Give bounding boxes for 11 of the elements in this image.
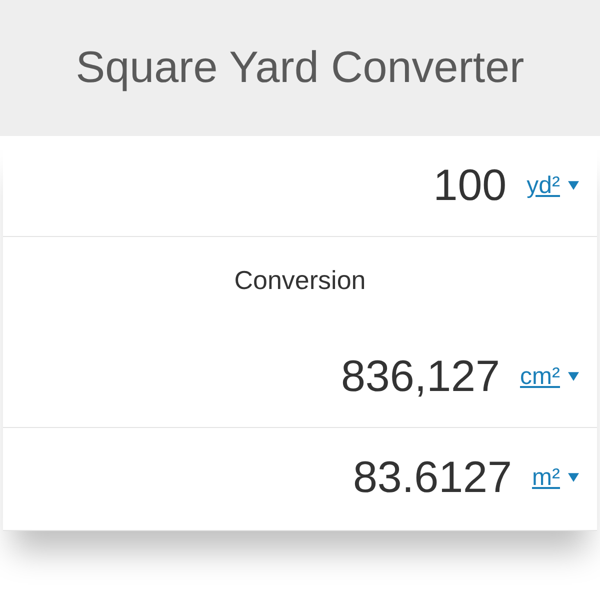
result-value: 836,127 xyxy=(340,352,500,402)
converter-title: Square Yard Converter xyxy=(76,43,524,93)
input-value-field[interactable]: 100 xyxy=(433,161,507,211)
unit-dropdown[interactable]: yd² xyxy=(526,172,579,200)
unit-dropdown[interactable]: cm² xyxy=(520,362,579,392)
caret-icon xyxy=(568,181,579,190)
caret-icon xyxy=(568,473,579,482)
unit-dropdown[interactable]: m² xyxy=(532,464,579,492)
caret-icon xyxy=(568,372,579,381)
section-label: Conversion xyxy=(233,264,367,297)
result-value: 83.6127 xyxy=(352,453,512,503)
